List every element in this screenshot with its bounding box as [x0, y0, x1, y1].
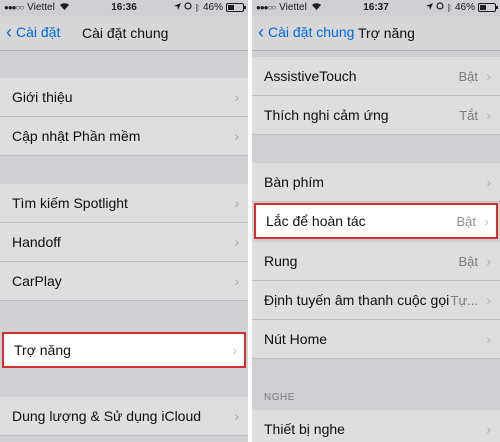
list-item-cap-nhat-phan-mem[interactable]: Cập nhật Phần mềm ›	[0, 117, 248, 156]
row-label: Rung	[264, 253, 298, 269]
chevron-right-icon: ›	[234, 273, 239, 289]
list-item-lac-de-hoan-tac-highlighted[interactable]: Lắc để hoàn tác Bật ›	[254, 203, 498, 239]
row-label: Trợ năng	[14, 342, 71, 358]
list-item-thich-nghi-cam-ung[interactable]: Thích nghi cảm ứng Tắt ›	[252, 96, 500, 135]
back-button[interactable]: ‹ Cài đặt	[6, 22, 61, 42]
battery-fill	[480, 5, 486, 10]
row-label: Lắc để hoàn tác	[266, 213, 366, 229]
row-label: Thiết bị nghe	[264, 421, 345, 437]
list-item-carplay[interactable]: CarPlay ›	[0, 262, 248, 301]
list-item-dinh-tuyen-am-thanh[interactable]: Định tuyến âm thanh cuộc gọi Tự... ›	[252, 281, 500, 320]
page-title: Cài đặt chung	[82, 25, 169, 41]
battery-icon	[478, 3, 498, 12]
row-label: Thích nghi cảm ứng	[264, 107, 389, 123]
row-label: Định tuyến âm thanh cuộc gọi	[264, 292, 450, 308]
chevron-right-icon: ›	[486, 331, 491, 347]
location-icon	[425, 2, 433, 13]
chevron-left-icon: ‹	[258, 22, 264, 42]
row-label: Nút Home	[264, 331, 328, 347]
chevron-right-icon: ›	[234, 234, 239, 250]
screenshot-pair: ●●●○○ Viettel 16:36 ᛒ 46% ‹ Cài đặt Cài …	[0, 0, 500, 442]
list-item-gioi-thieu[interactable]: Giới thiệu ›	[0, 78, 248, 117]
bluetooth-icon: ᛒ	[446, 2, 452, 13]
row-label: Dung lượng & Sử dụng iCloud	[12, 408, 202, 424]
row-label: Bàn phím	[264, 174, 324, 190]
status-bar: ●●●○○ Viettel 16:37 ᛒ 46%	[252, 0, 500, 16]
row-value: Tắt	[459, 107, 478, 123]
alarm-icon	[435, 2, 444, 13]
row-value: Tự...	[450, 292, 478, 308]
list-item-tim-kiem-spotlight[interactable]: Tìm kiếm Spotlight ›	[0, 184, 248, 223]
list-item-tro-nang-highlighted[interactable]: Trợ năng ›	[2, 332, 246, 368]
chevron-right-icon: ›	[486, 292, 491, 308]
back-button[interactable]: ‹ Cài đặt chung	[258, 22, 355, 42]
chevron-right-icon: ›	[484, 213, 489, 229]
back-label: Cài đặt chung	[268, 24, 355, 40]
row-label: AssistiveTouch	[264, 68, 357, 84]
bluetooth-icon: ᛒ	[194, 2, 200, 13]
row-value: Bật	[456, 213, 476, 229]
battery-percent: 46%	[454, 2, 475, 13]
row-label: Giới thiệu	[12, 89, 73, 105]
chevron-left-icon: ‹	[6, 22, 12, 42]
list-item-assistivetouch[interactable]: AssistiveTouch Bật ›	[252, 57, 500, 96]
row-label: Handoff	[12, 234, 61, 250]
page-title: Trợ năng	[358, 25, 415, 41]
list-item-handoff[interactable]: Handoff ›	[0, 223, 248, 262]
alarm-icon	[183, 2, 192, 13]
row-value: Bật	[458, 253, 478, 269]
back-label: Cài đặt	[16, 24, 61, 40]
navigation-bar: ‹ Cài đặt Cài đặt chung	[0, 16, 248, 51]
right-screen: ●●●○○ Viettel 16:37 ᛒ 46% ‹ Cài đặt chun…	[252, 0, 500, 442]
list-item-dung-luong-icloud[interactable]: Dung lượng & Sử dụng iCloud ›	[0, 397, 248, 436]
list-item-rung[interactable]: Rung Bật ›	[252, 242, 500, 281]
navigation-bar: ‹ Cài đặt chung Trợ năng	[252, 16, 500, 51]
list-item-nut-home[interactable]: Nút Home ›	[252, 320, 500, 359]
row-label: Tìm kiếm Spotlight	[12, 195, 128, 211]
chevron-right-icon: ›	[486, 107, 491, 123]
chevron-right-icon: ›	[486, 421, 491, 437]
battery-icon	[226, 3, 246, 12]
chevron-right-icon: ›	[234, 89, 239, 105]
list-item-ban-phim[interactable]: Bàn phím ›	[252, 163, 500, 202]
chevron-right-icon: ›	[234, 128, 239, 144]
section-header-nghe: NGHE	[264, 392, 295, 403]
battery-fill	[228, 5, 234, 10]
left-screen: ●●●○○ Viettel 16:36 ᛒ 46% ‹ Cài đặt Cài …	[0, 0, 248, 442]
list-item-thiet-bi-nghe[interactable]: Thiết bị nghe ›	[252, 410, 500, 442]
chevron-right-icon: ›	[232, 342, 237, 358]
chevron-right-icon: ›	[234, 195, 239, 211]
chevron-right-icon: ›	[486, 253, 491, 269]
chevron-right-icon: ›	[486, 68, 491, 84]
status-bar: ●●●○○ Viettel 16:36 ᛒ 46%	[0, 0, 248, 16]
row-value: Bật	[458, 68, 478, 84]
row-label: Cập nhật Phần mềm	[12, 128, 141, 144]
battery-percent: 46%	[202, 2, 223, 13]
row-label: CarPlay	[12, 273, 62, 289]
location-icon	[173, 2, 181, 13]
chevron-right-icon: ›	[234, 408, 239, 424]
chevron-right-icon: ›	[486, 174, 491, 190]
